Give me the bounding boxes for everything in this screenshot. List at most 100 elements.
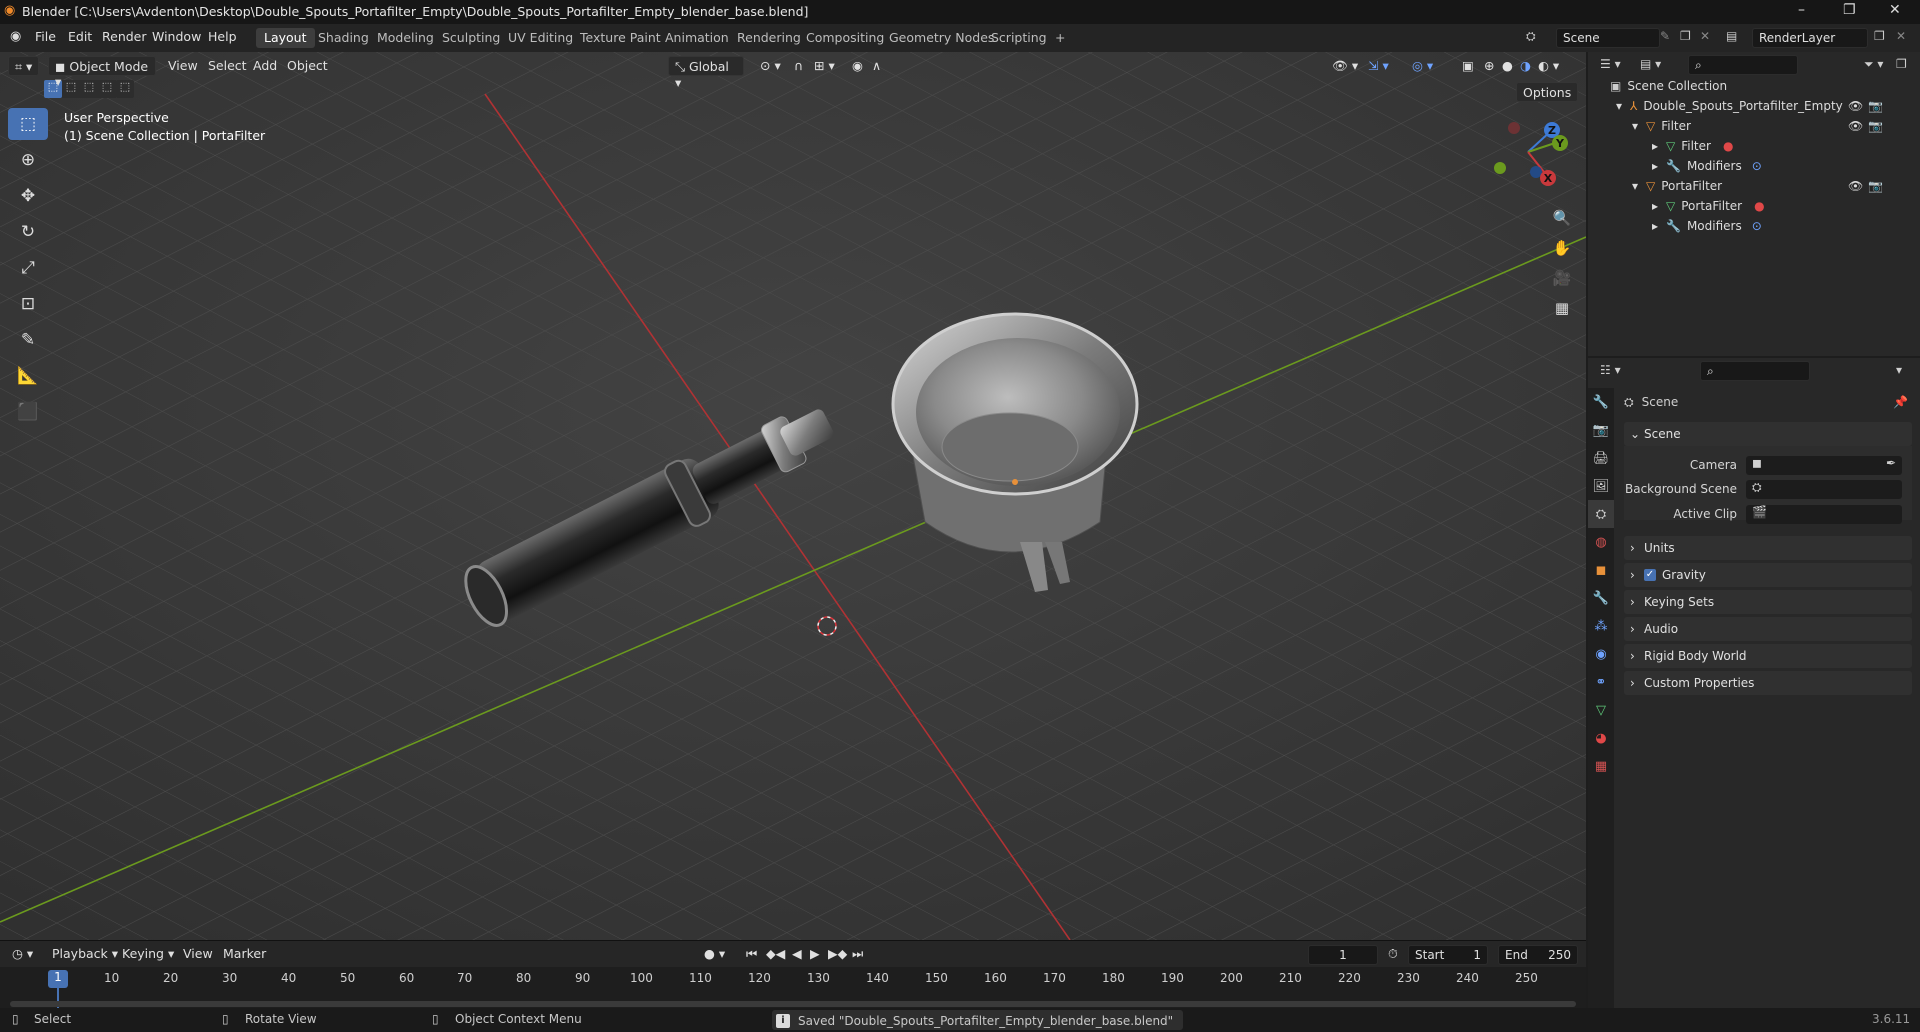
tab-layout[interactable]: Layout (256, 28, 315, 48)
active-clip-field[interactable]: 🎬 (1746, 505, 1902, 524)
tab-modeling[interactable]: Modeling (369, 28, 442, 48)
preview-range-icon[interactable]: ⏱ (1388, 946, 1398, 962)
expand-toggle[interactable]: ▸ (1652, 159, 1666, 173)
delete-view-layer-icon[interactable]: ✕ (1896, 29, 1906, 43)
new-scene-icon[interactable]: ❐ (1680, 29, 1691, 43)
ortho-toggle-icon[interactable]: ▦ (1548, 294, 1576, 322)
snap-target-icon[interactable]: ⊞ ▾ (808, 56, 841, 76)
tab-texture-paint[interactable]: Texture Paint (572, 28, 669, 48)
object-tab-icon[interactable]: ◼ (1588, 556, 1614, 584)
filter-icon[interactable]: ⏷ ▾ (1864, 57, 1883, 72)
tab-compositing[interactable]: Compositing (798, 28, 892, 48)
outliner-search-input[interactable]: ⌕ (1688, 55, 1798, 75)
cursor-tool[interactable]: ⊕ (8, 144, 48, 176)
annotate-tool[interactable]: ✎ (8, 324, 48, 356)
tab-shading[interactable]: Shading (310, 28, 377, 48)
modifier-badge-icon[interactable]: ⊙ (1752, 219, 1762, 233)
constraints-tab-icon[interactable]: ⚭ (1588, 668, 1614, 696)
outliner-row-modifiers[interactable]: ▸ 🔧 Modifiers ⊙ (1652, 216, 1762, 236)
playhead[interactable]: 1 (48, 970, 68, 988)
expand-toggle[interactable]: ▸ (1652, 199, 1666, 213)
outliner-row-collection[interactable]: ▾ ⅄ Double_Spouts_Portafilter_Empty 👁 📷 (1616, 96, 1916, 116)
select-intersect-icon[interactable]: ⬚ (116, 80, 134, 98)
tab-rendering[interactable]: Rendering (729, 28, 809, 48)
timeline-editor-icon[interactable]: ◷ ▾ (12, 946, 33, 961)
menu-edit[interactable]: Edit (68, 29, 92, 44)
world-tab-icon[interactable]: ◍ (1588, 528, 1614, 556)
gravity-checkbox[interactable]: ✓ (1644, 569, 1656, 581)
scene-icon[interactable]: ⛭ (1526, 29, 1536, 44)
background-scene-field[interactable]: ⛭ (1746, 480, 1902, 499)
menu-file[interactable]: File (35, 29, 56, 44)
outliner-row-object[interactable]: ▾ ▽ Filter 👁 📷 (1632, 116, 1916, 136)
visibility-eye-icon[interactable]: 👁 (1848, 119, 1863, 133)
data-tab-icon[interactable]: ▽ (1588, 696, 1614, 724)
menu-window[interactable]: Window (152, 29, 201, 44)
rendered-shading-icon[interactable]: ◐ ▾ (1532, 56, 1565, 76)
camera-view-icon[interactable]: 🎥 (1548, 264, 1576, 292)
material-tab-icon[interactable]: ◕ (1588, 724, 1614, 752)
new-view-layer-icon[interactable]: ❐ (1874, 29, 1885, 43)
tab-animation[interactable]: Animation (657, 28, 737, 48)
camera-field[interactable]: ◼ ✒ (1746, 456, 1902, 475)
falloff-icon[interactable]: ∧ (866, 56, 887, 76)
menu-select[interactable]: Select (202, 56, 253, 76)
end-frame-field[interactable]: End 250 (1498, 945, 1578, 965)
physics-tab-icon[interactable]: ◉ (1588, 640, 1614, 668)
render-camera-icon[interactable]: 📷 (1868, 179, 1883, 193)
next-keyframe-icon[interactable]: ▶◆ (828, 946, 847, 961)
viewport-scene[interactable]: Z Y X (0, 52, 1586, 940)
display-mode-icon[interactable]: ▤ ▾ (1640, 57, 1661, 71)
outliner-editor-icon[interactable]: ☰ ▾ (1600, 57, 1621, 71)
close-button[interactable]: ✕ (1889, 2, 1901, 18)
select-subtract-icon[interactable]: ⬚ (80, 80, 98, 98)
tab-uv-editing[interactable]: UV Editing (500, 28, 581, 48)
view-layer-icon[interactable]: ▤ (1726, 29, 1737, 43)
blender-menu-icon[interactable]: ◉ (10, 29, 21, 44)
visibility-icon[interactable]: 👁 ▾ (1326, 56, 1364, 76)
expand-toggle[interactable]: ▸ (1652, 219, 1666, 233)
xray-icon[interactable]: ▣ (1456, 56, 1480, 76)
add-workspace-button[interactable]: + (1047, 28, 1073, 48)
maximize-button[interactable]: ❐ (1843, 2, 1856, 18)
transform-orientation-dropdown[interactable]: ⤡ Global ▾ (668, 56, 744, 90)
menu-render[interactable]: Render (102, 29, 147, 44)
new-collection-icon[interactable]: ❐ (1896, 57, 1907, 71)
particles-tab-icon[interactable]: ⁂ (1588, 612, 1614, 640)
transform-tool[interactable]: ⊡ (8, 288, 48, 320)
current-frame-field[interactable]: 1 (1308, 945, 1378, 965)
modifier-tab-icon[interactable]: 🔧 (1588, 584, 1614, 612)
visibility-eye-icon[interactable]: 👁 (1848, 179, 1863, 193)
minimize-button[interactable]: – (1798, 2, 1805, 18)
tool-tab-icon[interactable]: 🔧 (1588, 388, 1614, 416)
material-icon[interactable]: ● (1754, 199, 1764, 213)
select-extend-icon[interactable]: ⬚ (62, 80, 80, 98)
texture-tab-icon[interactable]: ▦ (1588, 752, 1614, 780)
units-panel-header[interactable]: › Units (1624, 536, 1912, 560)
outliner-row-mesh-data[interactable]: ▸ ▽ PortaFilter ● (1652, 196, 1765, 216)
move-tool[interactable]: ✥ (8, 180, 48, 212)
keying-menu[interactable]: Keying ▾ (122, 946, 174, 961)
record-icon[interactable]: ● ▾ (704, 946, 725, 961)
keying-sets-panel-header[interactable]: › Keying Sets (1624, 590, 1912, 614)
scene-pin-icon[interactable]: ✎ (1660, 29, 1670, 43)
gizmo-toggle-icon[interactable]: ⇲ ▾ (1362, 56, 1395, 76)
timeline-scrollbar[interactable] (10, 1001, 1576, 1007)
render-layer-field[interactable]: RenderLayer (1752, 28, 1868, 48)
play-icon[interactable]: ▶ (810, 946, 820, 961)
expand-toggle[interactable]: ▾ (1632, 119, 1646, 133)
outliner-row-scene-collection[interactable]: ▣ Scene Collection (1610, 76, 1727, 96)
properties-options-icon[interactable]: ▾ (1896, 363, 1902, 377)
object-mode-dropdown[interactable]: ◼ Object Mode ▾ (48, 56, 156, 89)
select-invert-icon[interactable]: ⬚ (98, 80, 116, 98)
pan-hand-icon[interactable]: ✋ (1548, 234, 1576, 262)
audio-panel-header[interactable]: › Audio (1624, 617, 1912, 641)
properties-search-input[interactable]: ⌕ (1700, 361, 1810, 381)
menu-add[interactable]: Add (247, 56, 283, 76)
3d-viewport[interactable]: Z Y X ⌗ ▾ ◼ Object Mode ▾ View Select Ad… (0, 52, 1586, 940)
expand-toggle[interactable]: ▾ (1616, 99, 1630, 113)
visibility-eye-icon[interactable]: 👁 (1848, 99, 1863, 113)
render-tab-icon[interactable]: 📷 (1588, 416, 1614, 444)
material-icon[interactable]: ● (1723, 139, 1733, 153)
scene-panel-header[interactable]: ⌄ Scene (1624, 422, 1912, 446)
